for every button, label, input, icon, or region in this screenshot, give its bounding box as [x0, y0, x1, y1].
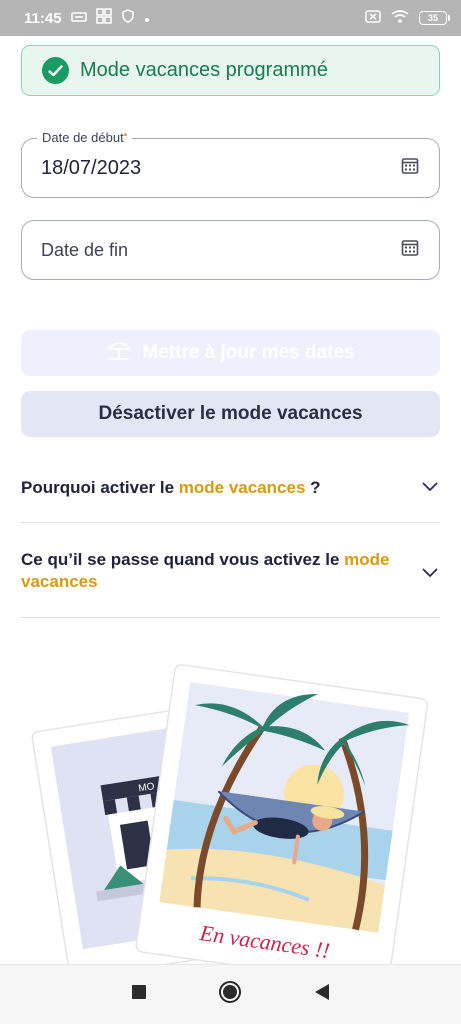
deactivate-label: Désactiver le mode vacances — [98, 403, 363, 424]
faq-title-text: Pourquoi activer le — [21, 478, 179, 497]
battery-icon: 35 — [419, 11, 450, 25]
beach-umbrella-icon — [106, 339, 132, 367]
chevron-down-icon[interactable] — [422, 479, 438, 497]
recent-apps-icon[interactable] — [131, 985, 146, 1004]
no-sim-icon — [365, 9, 381, 27]
back-icon[interactable] — [314, 983, 330, 1006]
start-date-field[interactable]: Date de début• 18/07/2023 — [21, 130, 440, 198]
start-date-label: Date de début• — [37, 130, 133, 145]
deactivate-vacation-button[interactable]: Désactiver le mode vacances — [21, 391, 440, 437]
home-icon[interactable] — [218, 980, 242, 1009]
end-date-placeholder[interactable]: Date de fin — [41, 240, 128, 261]
start-date-label-text: Date de début — [42, 130, 124, 145]
check-circle-icon — [42, 57, 69, 84]
faq-title: Pourquoi activer le mode vacances ? — [21, 477, 321, 499]
faq-title-suffix: ? — [305, 478, 321, 497]
chevron-down-icon[interactable] — [422, 565, 438, 583]
status-time: 11:45 — [24, 9, 62, 27]
faq-title-text: Ce qu’il se passe quand vous activez le — [21, 550, 345, 569]
required-mark: • — [123, 130, 128, 141]
sim-icon — [70, 10, 87, 27]
calendar-icon[interactable] — [401, 157, 419, 180]
system-nav-bar — [0, 964, 461, 1024]
faq-title: Ce qu’il se passe quand vous activez le … — [21, 549, 391, 593]
battery-level: 35 — [427, 13, 438, 23]
update-dates-button[interactable]: Mettre à jour mes dates — [21, 330, 440, 376]
calendar-icon[interactable] — [401, 239, 419, 262]
shield-icon — [121, 9, 135, 27]
update-dates-label: Mettre à jour mes dates — [142, 342, 355, 363]
dot-icon — [144, 10, 150, 27]
faq-item-what-happens[interactable]: Ce qu’il se passe quand vous activez le … — [21, 523, 440, 618]
banner-text: Mode vacances programmé — [80, 59, 328, 81]
end-date-field[interactable]: Date de fin — [21, 220, 440, 280]
front-polaroid: En vacances !! — [135, 664, 429, 966]
vacation-mode-banner: Mode vacances programmé — [21, 45, 440, 96]
apps-icon — [95, 8, 112, 28]
vacation-illustration: MO En vacances !! — [0, 650, 461, 966]
status-bar: 11:45 35 — [0, 0, 461, 36]
faq-item-why[interactable]: Pourquoi activer le mode vacances ? — [21, 464, 440, 523]
faq-highlight: mode vacances — [178, 478, 306, 497]
start-date-value[interactable]: 18/07/2023 — [41, 157, 141, 180]
wifi-icon — [391, 9, 409, 27]
